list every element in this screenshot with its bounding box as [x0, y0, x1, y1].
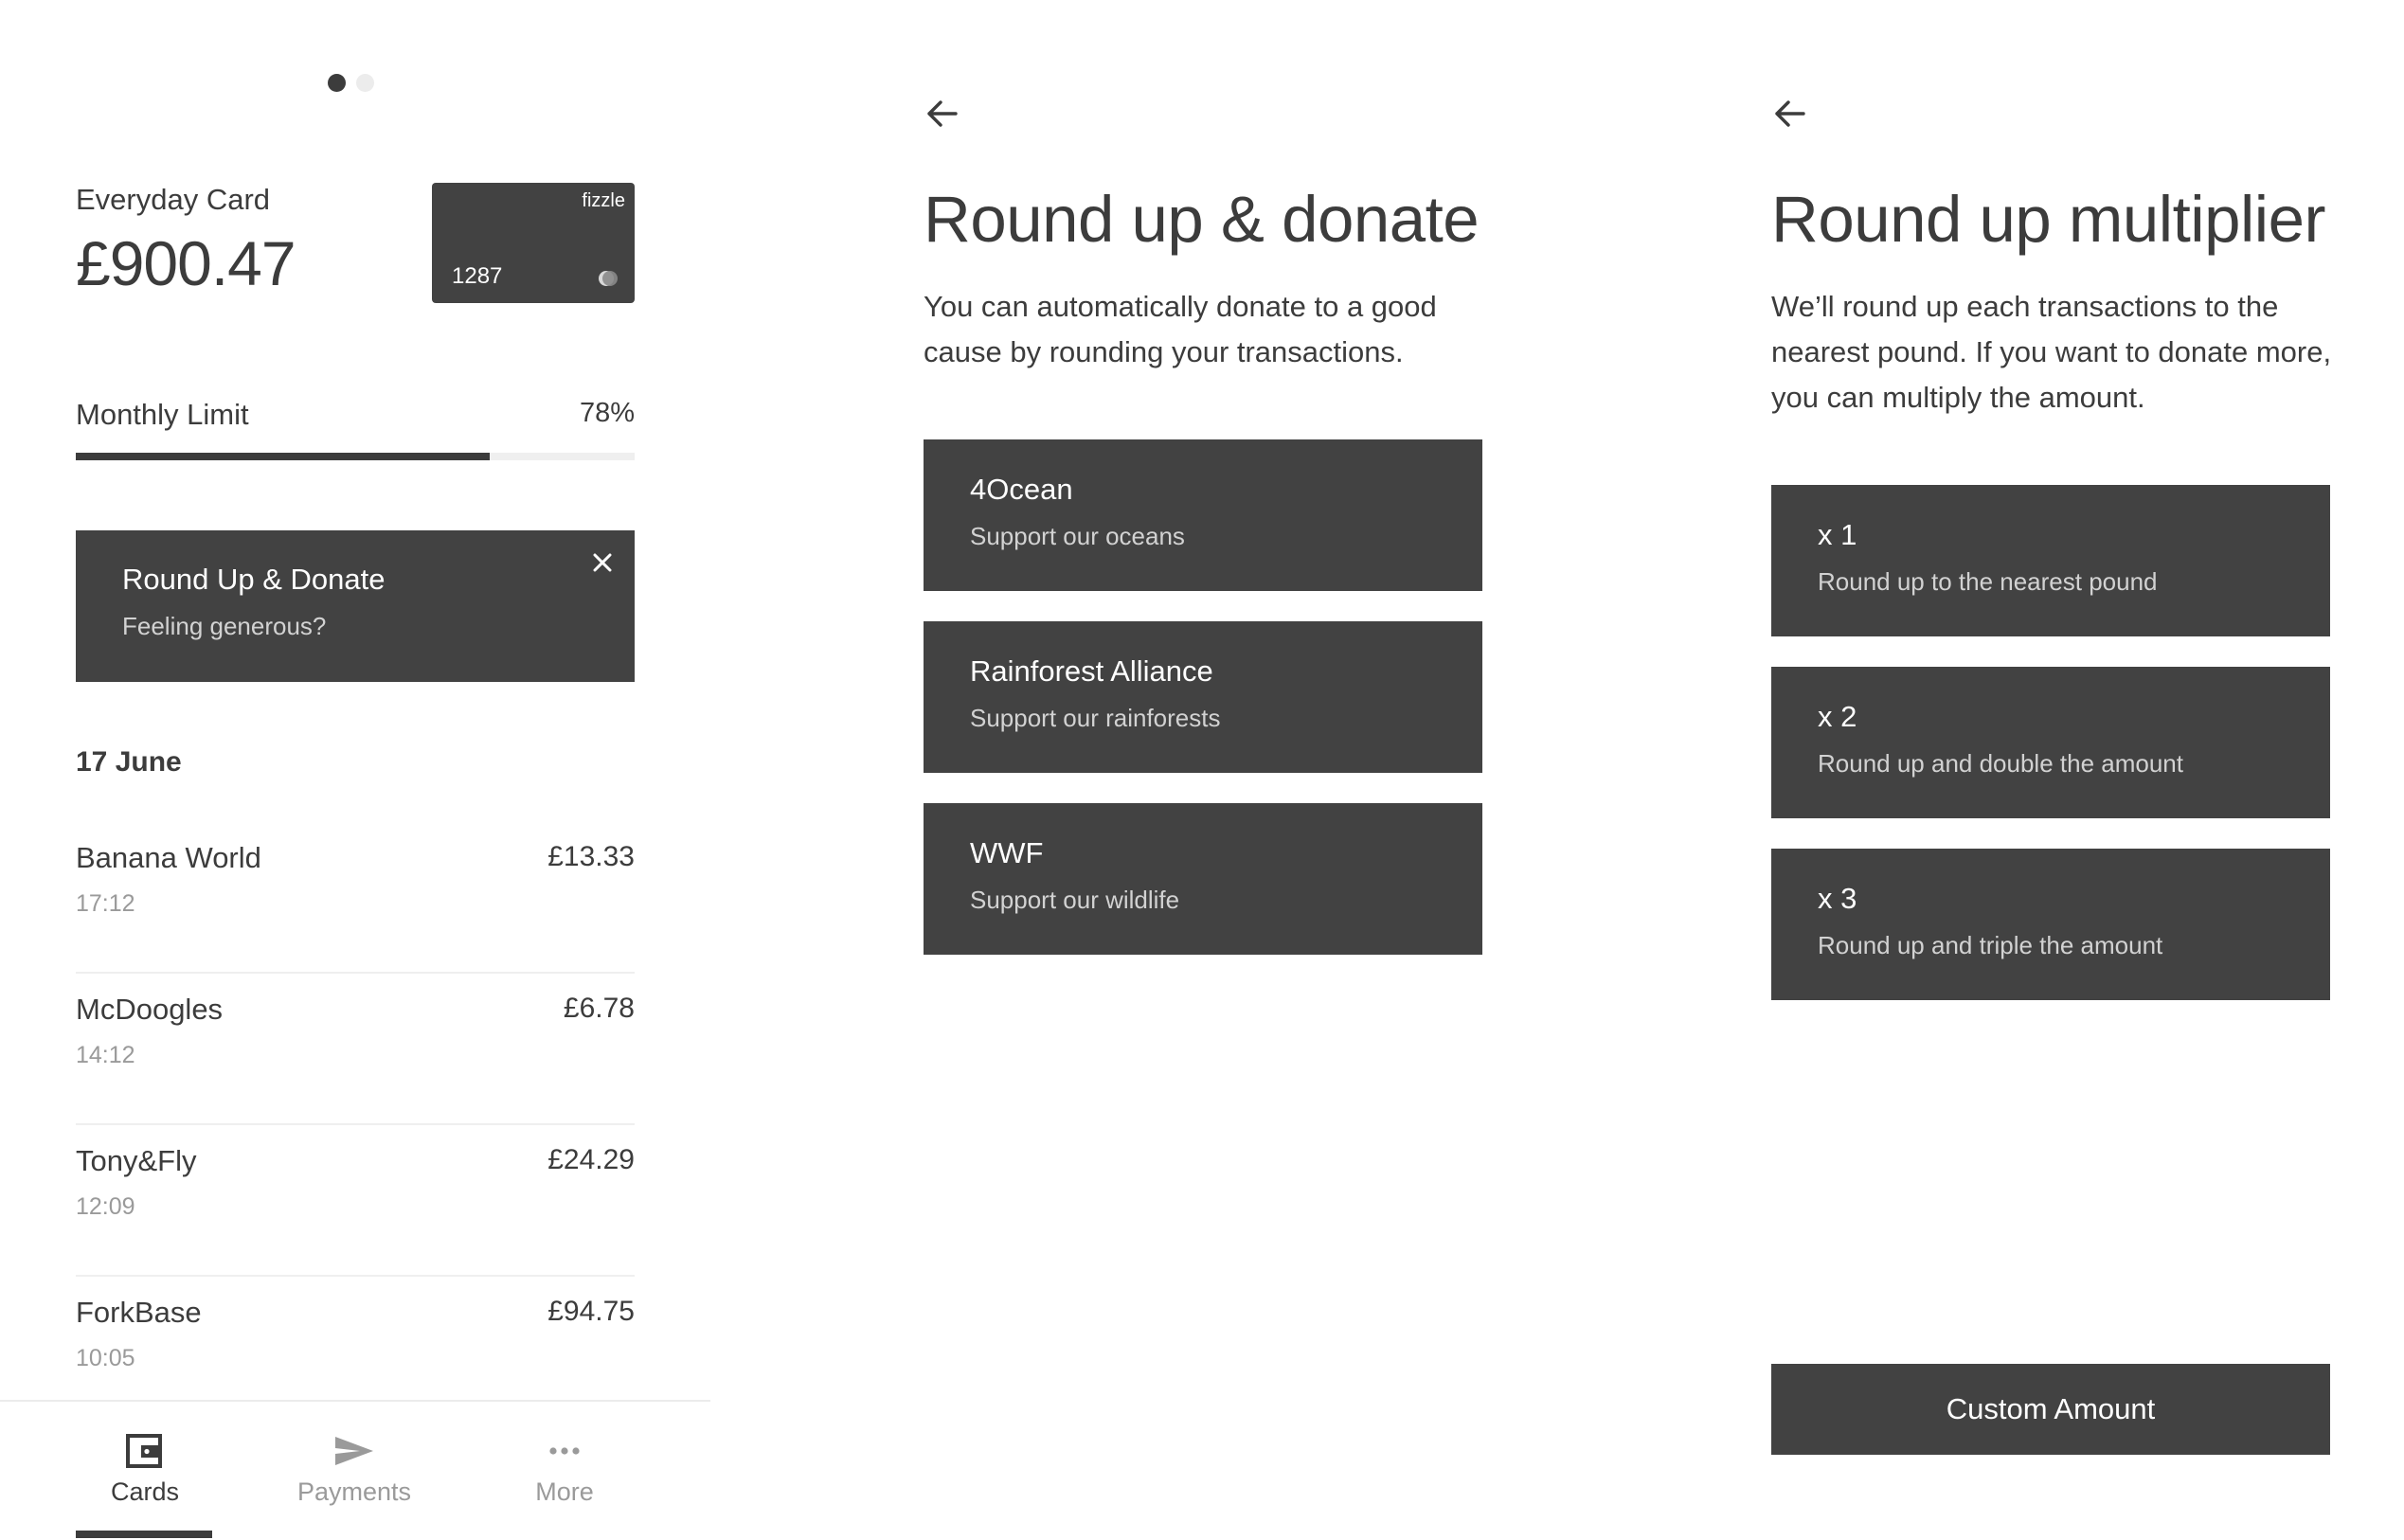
monthly-limit-progress-fill: [76, 453, 490, 460]
card-brand: fizzle: [582, 190, 625, 211]
transaction-merchant: McDoogles: [76, 993, 224, 1026]
page-description: We’ll round up each transactions to the …: [1771, 290, 2332, 414]
tab-label: Cards: [110, 1477, 180, 1506]
card-thumbnail[interactable]: fizzle 1287: [432, 183, 635, 303]
monthly-limit-percent: 78%: [579, 398, 635, 428]
multiplier-description: Round up and double the amount: [1818, 749, 2183, 778]
custom-amount-button[interactable]: Custom Amount: [1771, 1364, 2330, 1455]
transaction-amount: £24.29: [547, 1144, 635, 1175]
tab-more[interactable]: More: [459, 1402, 670, 1540]
page-description: You can automatically donate to a good c…: [924, 290, 1437, 368]
round-up-promo-banner[interactable]: Round Up & Donate Feeling generous?: [76, 530, 635, 682]
back-arrow-icon[interactable]: [1771, 95, 1809, 133]
transaction-row[interactable]: Tony&Fly 12:09 £24.29: [76, 1125, 635, 1277]
card-pager[interactable]: [328, 74, 374, 92]
charity-tagline: Support our rainforests: [970, 704, 1221, 732]
charity-name: Rainforest Alliance: [970, 654, 1213, 688]
tab-payments[interactable]: Payments: [249, 1402, 459, 1540]
close-icon[interactable]: [589, 549, 616, 576]
charity-option-wwf[interactable]: WWF Support our wildlife: [924, 803, 1482, 955]
transaction-amount: £13.33: [547, 841, 635, 872]
monthly-limit-progress: [76, 453, 635, 460]
pager-dot[interactable]: [356, 74, 374, 92]
multiplier-description: Round up to the nearest pound: [1818, 567, 2158, 596]
charity-option-rainforest-alliance[interactable]: Rainforest Alliance Support our rainfore…: [924, 621, 1482, 773]
multiplier-option-x1[interactable]: x 1 Round up to the nearest pound: [1771, 485, 2330, 636]
multiplier-label: x 2: [1818, 700, 1857, 733]
transaction-merchant: ForkBase: [76, 1296, 202, 1329]
charity-tagline: Support our wildlife: [970, 886, 1180, 914]
card-name: Everyday Card: [76, 183, 271, 216]
transactions-date-header: 17 June: [76, 746, 182, 778]
multiplier-label: x 3: [1818, 882, 1857, 915]
transaction-amount: £94.75: [547, 1296, 635, 1327]
transaction-time: 12:09: [76, 1193, 135, 1220]
monthly-limit-label: Monthly Limit: [76, 398, 249, 431]
transaction-time: 17:12: [76, 890, 135, 917]
transaction-row[interactable]: Banana World 17:12 £13.33: [76, 822, 635, 974]
multiplier-label: x 1: [1818, 518, 1857, 551]
transaction-list: Banana World 17:12 £13.33 McDoogles 14:1…: [76, 822, 635, 1428]
transaction-amount: £6.78: [563, 993, 635, 1024]
tab-label: More: [535, 1477, 594, 1506]
round-up-donate-screen: Round up & donate You can automatically …: [848, 0, 1558, 1538]
more-icon: [549, 1447, 580, 1455]
multiplier-description: Round up and triple the amount: [1818, 931, 2163, 959]
transaction-time: 14:12: [76, 1042, 135, 1068]
promo-title: Round Up & Donate: [122, 563, 386, 596]
tab-label: Payments: [296, 1477, 412, 1506]
bottom-tab-bar: Cards Payments More: [0, 1400, 710, 1538]
transaction-row[interactable]: McDoogles 14:12 £6.78: [76, 974, 635, 1125]
wallet-icon: [126, 1434, 162, 1468]
round-up-multiplier-screen: Round up multiplier We’ll round up each …: [1695, 0, 2404, 1538]
transaction-merchant: Tony&Fly: [76, 1144, 197, 1177]
transaction-time: 10:05: [76, 1345, 135, 1371]
page-title: Round up multiplier: [1771, 183, 2326, 256]
charity-name: WWF: [970, 836, 1044, 869]
back-arrow-icon[interactable]: [924, 95, 961, 133]
card-network-icon: [599, 271, 618, 286]
send-icon: [335, 1437, 373, 1465]
pager-dot-active[interactable]: [328, 74, 346, 92]
cards-screen: Everyday Card £900.47 fizzle 1287 Monthl…: [0, 0, 710, 1538]
charity-tagline: Support our oceans: [970, 522, 1185, 550]
transaction-merchant: Banana World: [76, 841, 261, 874]
card-balance: £900.47: [76, 228, 296, 298]
charity-name: 4Ocean: [970, 473, 1073, 506]
active-tab-indicator: [76, 1531, 212, 1538]
charity-option-4ocean[interactable]: 4Ocean Support our oceans: [924, 439, 1482, 591]
multiplier-option-x3[interactable]: x 3 Round up and triple the amount: [1771, 849, 2330, 1000]
card-last-digits: 1287: [452, 263, 503, 289]
page-title: Round up & donate: [924, 183, 1480, 256]
multiplier-option-x2[interactable]: x 2 Round up and double the amount: [1771, 667, 2330, 818]
tab-cards[interactable]: Cards: [40, 1402, 250, 1540]
promo-subtitle: Feeling generous?: [122, 612, 327, 640]
